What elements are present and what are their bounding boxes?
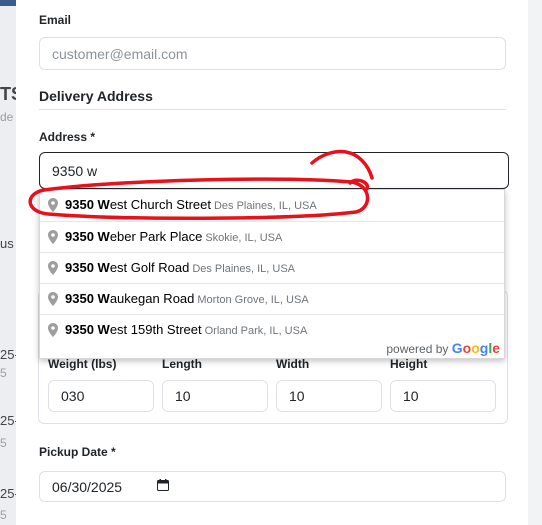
map-pin-icon xyxy=(48,198,58,212)
pickup-date-label: Pickup Date * xyxy=(39,445,116,459)
background-fragment: 5 xyxy=(0,436,7,450)
background-fragment: TS xyxy=(0,84,16,104)
background-fragment: 5 xyxy=(0,366,7,380)
delivery-address-heading: Delivery Address xyxy=(39,88,153,104)
autocomplete-item-text: 9350 West 159th Street Orland Park, IL, U… xyxy=(65,322,308,337)
background-fragment: 5 xyxy=(0,508,7,522)
autocomplete-item-secondary: Orland Park, IL, USA xyxy=(204,325,308,337)
weight-input[interactable] xyxy=(48,380,154,412)
background-fragment: 25- xyxy=(0,347,16,362)
width-input[interactable] xyxy=(276,380,382,412)
length-label: Length xyxy=(162,357,202,371)
google-logo: Google xyxy=(451,340,500,356)
powered-by-text: powered by xyxy=(386,342,449,356)
section-divider xyxy=(39,109,506,110)
autocomplete-item-text: 9350 Weber Park Place Skokie, IL, USA xyxy=(65,229,283,244)
autocomplete-item-text: 9350 Waukegan Road Morton Grove, IL, USA xyxy=(65,291,309,306)
width-label: Width xyxy=(276,357,310,371)
autocomplete-item[interactable]: 9350 West Church Street Des Plaines, IL, … xyxy=(40,190,504,221)
email-input[interactable] xyxy=(39,37,506,70)
autocomplete-item[interactable]: 9350 Waukegan Road Morton Grove, IL, USA xyxy=(40,283,504,314)
address-label: Address * xyxy=(39,130,96,144)
autocomplete-item[interactable]: 9350 Weber Park Place Skokie, IL, USA xyxy=(40,221,504,252)
modal-scroll-gutter xyxy=(528,0,542,525)
background-fragment: 25- xyxy=(0,413,16,428)
map-pin-icon xyxy=(48,261,58,275)
address-autocomplete-dropdown: 9350 West Church Street Des Plaines, IL, … xyxy=(39,189,505,359)
height-label: Height xyxy=(390,357,428,371)
weight-label: Weight (lbs) xyxy=(48,357,117,371)
autocomplete-item-secondary: Des Plaines, IL, USA xyxy=(192,263,296,275)
autocomplete-item-text: 9350 West Church Street Des Plaines, IL, … xyxy=(65,197,317,212)
background-fragment: us xyxy=(0,236,14,251)
map-pin-icon xyxy=(48,292,58,306)
autocomplete-item-text: 9350 West Golf Road Des Plaines, IL, USA xyxy=(65,260,296,275)
pickup-date-input[interactable] xyxy=(39,471,506,502)
background-fragment: de xyxy=(0,110,14,124)
background-header-bar xyxy=(0,0,16,6)
calendar-icon[interactable] xyxy=(157,479,169,491)
background-page: TS de us 25- 5 25- 5 25- 5 xyxy=(0,0,16,525)
shipment-form-modal: Email Delivery Address Address * Weight … xyxy=(16,0,528,525)
powered-by-google: powered by Google xyxy=(386,340,500,356)
autocomplete-item[interactable]: 9350 West Golf Road Des Plaines, IL, USA xyxy=(40,252,504,283)
email-label: Email xyxy=(39,13,72,27)
address-input[interactable] xyxy=(39,152,509,189)
height-input[interactable] xyxy=(390,380,496,412)
map-pin-icon xyxy=(48,230,58,244)
autocomplete-item-secondary: Skokie, IL, USA xyxy=(205,232,283,244)
autocomplete-item-secondary: Des Plaines, IL, USA xyxy=(213,200,317,212)
background-fragment: 25- xyxy=(0,486,16,501)
length-input[interactable] xyxy=(162,380,268,412)
autocomplete-item-secondary: Morton Grove, IL, USA xyxy=(197,294,309,306)
map-pin-icon xyxy=(48,323,58,337)
